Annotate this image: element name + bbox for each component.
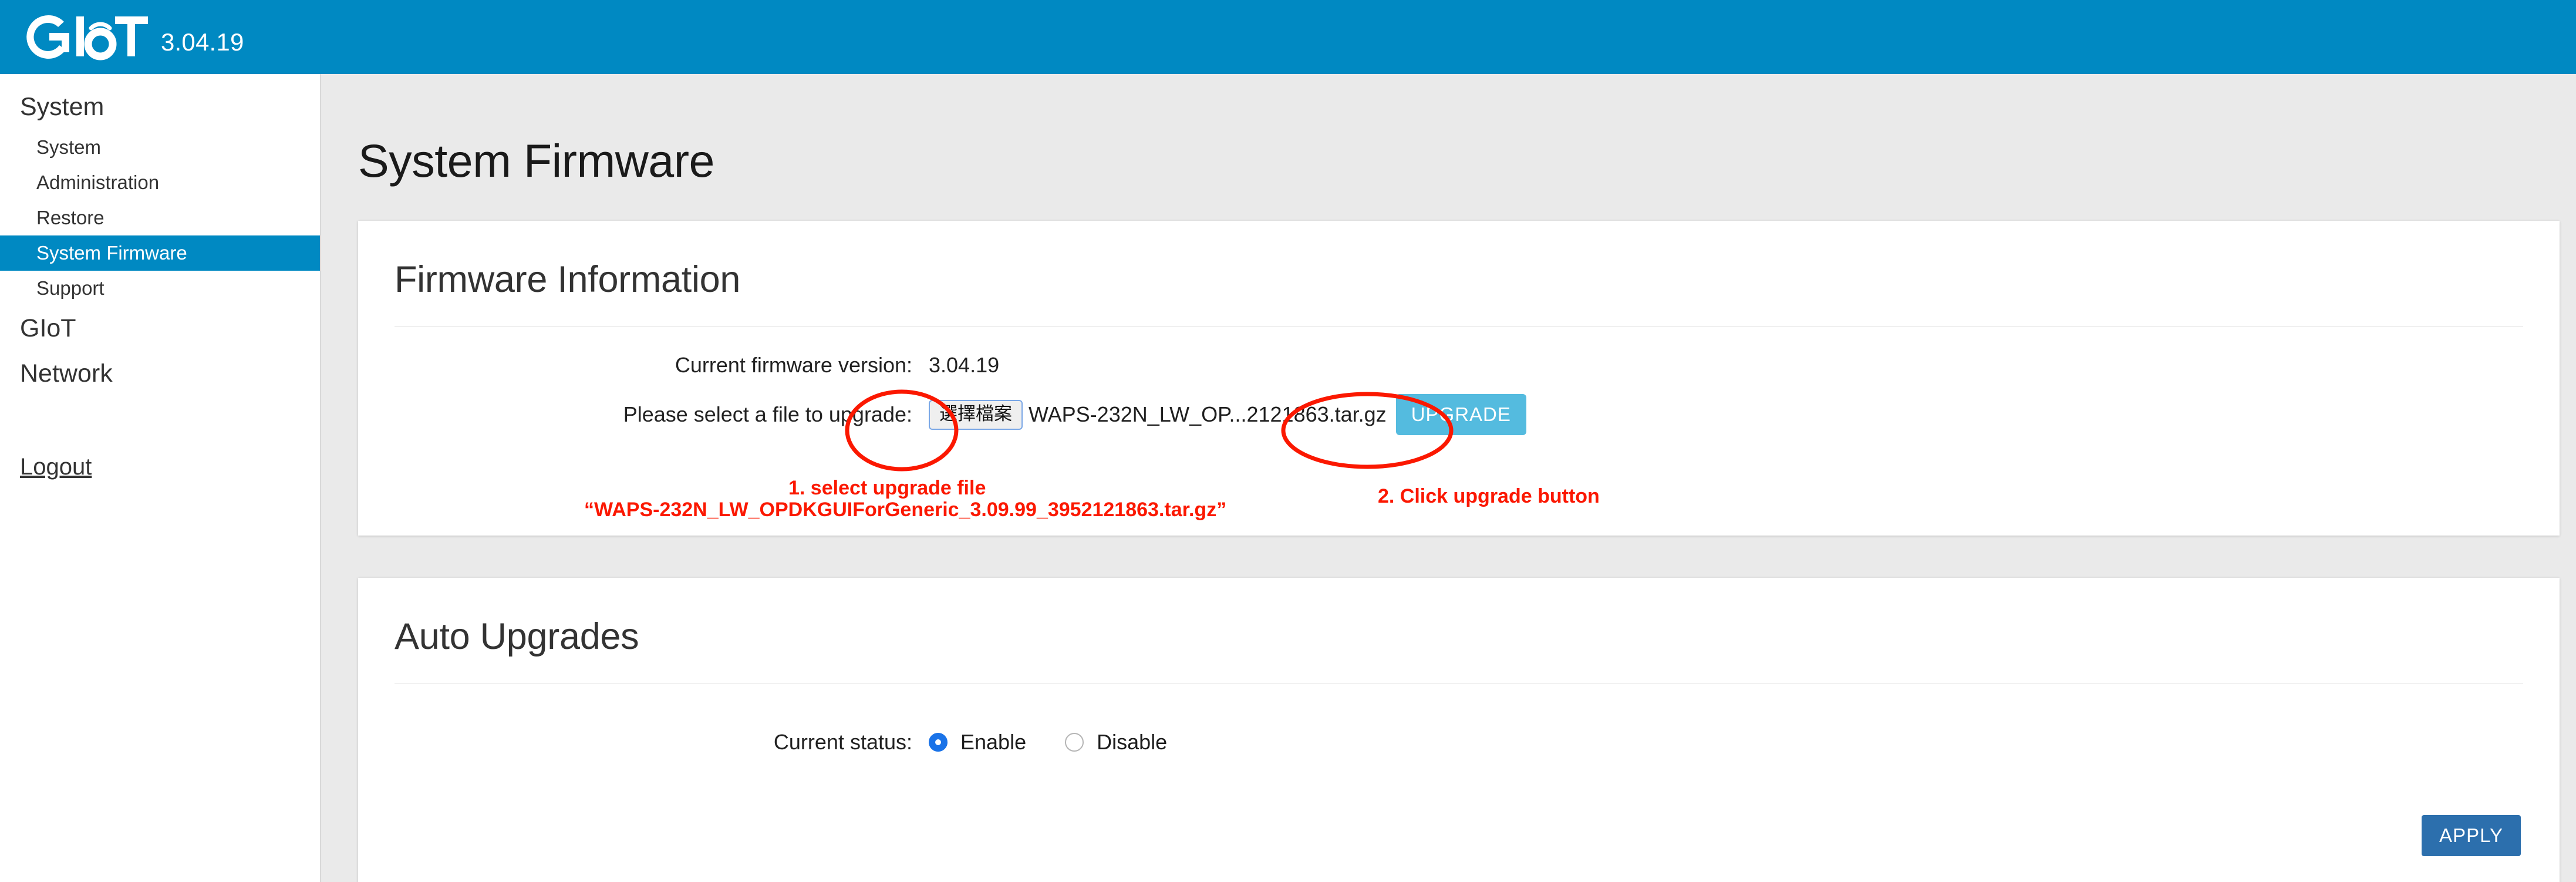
sidebar-group-system[interactable]: System	[0, 85, 320, 130]
current-version-label: Current firmware version:	[395, 353, 929, 378]
auto-upgrades-card-title: Auto Upgrades	[358, 578, 2560, 658]
auto-upgrades-card: Auto Upgrades Current status: Enable Dis…	[358, 578, 2560, 882]
choose-file-button[interactable]: 選擇檔案	[929, 400, 1023, 430]
sidebar-item-system-firmware[interactable]: System Firmware	[0, 235, 320, 271]
apply-button[interactable]: APPLY	[2422, 815, 2521, 856]
sidebar-group-giot[interactable]: GIoT	[0, 306, 320, 351]
radio-option-disable[interactable]: Disable	[1065, 730, 1167, 755]
firmware-information-card: Firmware Information Current firmware ve…	[358, 221, 2560, 536]
logout-link[interactable]: Logout	[20, 454, 92, 480]
select-file-label: Please select a file to upgrade:	[395, 402, 929, 427]
firmware-card-divider	[395, 326, 2523, 327]
radio-enable-label[interactable]: Enable	[960, 730, 1026, 755]
current-version-row: Current firmware version: 3.04.19	[358, 353, 2560, 378]
sidebar-item-administration[interactable]: Administration	[0, 165, 320, 200]
sidebar-item-support[interactable]: Support	[0, 271, 320, 306]
sidebar-item-restore[interactable]: Restore	[0, 200, 320, 235]
firmware-card-title: Firmware Information	[358, 221, 2560, 301]
current-version-value: 3.04.19	[929, 353, 999, 378]
upgrade-button[interactable]: UPGRADE	[1396, 394, 1526, 435]
current-status-row: Current status: Enable Disable	[358, 730, 2560, 755]
radio-option-enable[interactable]: Enable	[929, 730, 1026, 755]
selected-file-name: WAPS-232N_LW_OP...2121863.tar.gz	[1029, 402, 1387, 427]
header-firmware-version: 3.04.19	[161, 28, 244, 56]
giot-logo-mark	[22, 12, 150, 62]
giot-logo[interactable]: 3.04.19	[22, 12, 244, 62]
page-title: System Firmware	[358, 134, 2576, 188]
select-file-row: Please select a file to upgrade: 選擇檔案 WA…	[358, 394, 2560, 435]
logout-container: Logout	[0, 454, 320, 480]
sidebar-navigation: System System Administration Restore Sys…	[0, 74, 321, 882]
main-content: System Firmware Firmware Information Cur…	[321, 74, 2576, 882]
radio-enable-indicator[interactable]	[929, 733, 948, 752]
current-status-label: Current status:	[395, 730, 929, 755]
file-upload-control: 選擇檔案 WAPS-232N_LW_OP...2121863.tar.gz UP…	[929, 394, 1526, 435]
top-brand-bar: 3.04.19	[0, 0, 2576, 74]
sidebar-group-network[interactable]: Network	[0, 351, 320, 396]
radio-disable-label[interactable]: Disable	[1097, 730, 1167, 755]
sidebar-item-system[interactable]: System	[0, 130, 320, 165]
radio-disable-indicator[interactable]	[1065, 733, 1084, 752]
